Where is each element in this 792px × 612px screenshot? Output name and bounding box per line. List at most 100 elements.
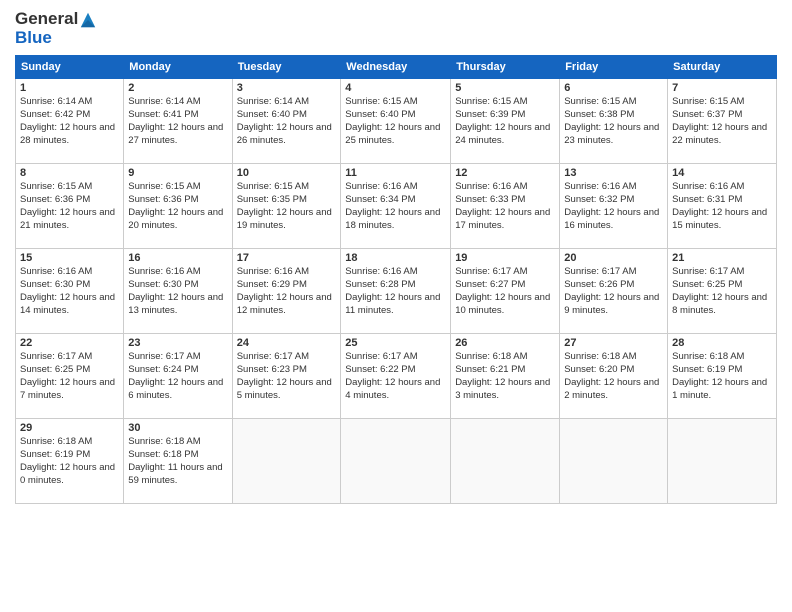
day-info: Sunrise: 6:16 AM Sunset: 6:28 PM Dayligh…	[345, 266, 446, 317]
daylight-label: Daylight: 12 hours and 0 minutes.	[20, 462, 115, 486]
calendar-day-cell: 15 Sunrise: 6:16 AM Sunset: 6:30 PM Dayl…	[16, 249, 124, 334]
day-info: Sunrise: 6:15 AM Sunset: 6:36 PM Dayligh…	[20, 181, 119, 232]
day-info: Sunrise: 6:16 AM Sunset: 6:33 PM Dayligh…	[455, 181, 555, 232]
sunrise-label: Sunrise: 6:15 AM	[20, 181, 92, 192]
day-number: 23	[128, 337, 227, 349]
col-thursday: Thursday	[451, 56, 560, 79]
logo: General Blue	[15, 10, 97, 47]
day-number: 5	[455, 82, 555, 94]
day-number: 8	[20, 167, 119, 179]
calendar-day-cell: 21 Sunrise: 6:17 AM Sunset: 6:25 PM Dayl…	[668, 249, 777, 334]
calendar-day-cell: 10 Sunrise: 6:15 AM Sunset: 6:35 PM Dayl…	[232, 164, 341, 249]
daylight-label: Daylight: 12 hours and 18 minutes.	[345, 207, 440, 231]
day-info: Sunrise: 6:15 AM Sunset: 6:39 PM Dayligh…	[455, 96, 555, 147]
day-info: Sunrise: 6:17 AM Sunset: 6:24 PM Dayligh…	[128, 351, 227, 402]
day-info: Sunrise: 6:17 AM Sunset: 6:26 PM Dayligh…	[564, 266, 663, 317]
sunrise-label: Sunrise: 6:18 AM	[20, 436, 92, 447]
daylight-label: Daylight: 12 hours and 23 minutes.	[564, 122, 659, 146]
day-number: 17	[237, 252, 337, 264]
daylight-label: Daylight: 12 hours and 22 minutes.	[672, 122, 767, 146]
calendar-header-row: Sunday Monday Tuesday Wednesday Thursday…	[16, 56, 777, 79]
day-number: 25	[345, 337, 446, 349]
sunset-label: Sunset: 6:19 PM	[20, 449, 90, 460]
calendar-day-cell	[232, 419, 341, 504]
day-number: 28	[672, 337, 772, 349]
daylight-label: Daylight: 12 hours and 6 minutes.	[128, 377, 223, 401]
calendar-day-cell: 26 Sunrise: 6:18 AM Sunset: 6:21 PM Dayl…	[451, 334, 560, 419]
logo-blue: Blue	[15, 29, 97, 48]
day-number: 21	[672, 252, 772, 264]
calendar-table: Sunday Monday Tuesday Wednesday Thursday…	[15, 55, 777, 504]
sunset-label: Sunset: 6:20 PM	[564, 364, 634, 375]
calendar-day-cell: 14 Sunrise: 6:16 AM Sunset: 6:31 PM Dayl…	[668, 164, 777, 249]
day-info: Sunrise: 6:16 AM Sunset: 6:30 PM Dayligh…	[20, 266, 119, 317]
sunrise-label: Sunrise: 6:18 AM	[455, 351, 527, 362]
calendar-day-cell: 8 Sunrise: 6:15 AM Sunset: 6:36 PM Dayli…	[16, 164, 124, 249]
calendar-day-cell: 6 Sunrise: 6:15 AM Sunset: 6:38 PM Dayli…	[560, 79, 668, 164]
col-sunday: Sunday	[16, 56, 124, 79]
sunset-label: Sunset: 6:25 PM	[672, 279, 742, 290]
calendar-day-cell: 16 Sunrise: 6:16 AM Sunset: 6:30 PM Dayl…	[124, 249, 232, 334]
day-info: Sunrise: 6:17 AM Sunset: 6:23 PM Dayligh…	[237, 351, 337, 402]
sunrise-label: Sunrise: 6:15 AM	[345, 96, 417, 107]
sunrise-label: Sunrise: 6:15 AM	[237, 181, 309, 192]
sunrise-label: Sunrise: 6:17 AM	[564, 266, 636, 277]
sunrise-label: Sunrise: 6:15 AM	[455, 96, 527, 107]
daylight-label: Daylight: 12 hours and 25 minutes.	[345, 122, 440, 146]
daylight-label: Daylight: 12 hours and 10 minutes.	[455, 292, 550, 316]
daylight-label: Daylight: 12 hours and 21 minutes.	[20, 207, 115, 231]
day-number: 24	[237, 337, 337, 349]
calendar-day-cell: 27 Sunrise: 6:18 AM Sunset: 6:20 PM Dayl…	[560, 334, 668, 419]
day-number: 16	[128, 252, 227, 264]
sunset-label: Sunset: 6:30 PM	[128, 279, 198, 290]
calendar-day-cell: 25 Sunrise: 6:17 AM Sunset: 6:22 PM Dayl…	[341, 334, 451, 419]
daylight-label: Daylight: 12 hours and 8 minutes.	[672, 292, 767, 316]
daylight-label: Daylight: 12 hours and 19 minutes.	[237, 207, 332, 231]
day-number: 22	[20, 337, 119, 349]
daylight-label: Daylight: 12 hours and 9 minutes.	[564, 292, 659, 316]
sunrise-label: Sunrise: 6:15 AM	[672, 96, 744, 107]
calendar-day-cell: 30 Sunrise: 6:18 AM Sunset: 6:18 PM Dayl…	[124, 419, 232, 504]
calendar-day-cell: 17 Sunrise: 6:16 AM Sunset: 6:29 PM Dayl…	[232, 249, 341, 334]
day-number: 18	[345, 252, 446, 264]
day-info: Sunrise: 6:15 AM Sunset: 6:38 PM Dayligh…	[564, 96, 663, 147]
day-info: Sunrise: 6:16 AM Sunset: 6:29 PM Dayligh…	[237, 266, 337, 317]
sunset-label: Sunset: 6:26 PM	[564, 279, 634, 290]
sunset-label: Sunset: 6:39 PM	[455, 109, 525, 120]
day-number: 7	[672, 82, 772, 94]
day-info: Sunrise: 6:15 AM Sunset: 6:35 PM Dayligh…	[237, 181, 337, 232]
day-info: Sunrise: 6:17 AM Sunset: 6:25 PM Dayligh…	[672, 266, 772, 317]
daylight-label: Daylight: 12 hours and 24 minutes.	[455, 122, 550, 146]
daylight-label: Daylight: 12 hours and 27 minutes.	[128, 122, 223, 146]
daylight-label: Daylight: 12 hours and 15 minutes.	[672, 207, 767, 231]
sunrise-label: Sunrise: 6:16 AM	[345, 266, 417, 277]
daylight-label: Daylight: 12 hours and 16 minutes.	[564, 207, 659, 231]
sunrise-label: Sunrise: 6:16 AM	[672, 181, 744, 192]
daylight-label: Daylight: 12 hours and 20 minutes.	[128, 207, 223, 231]
day-number: 12	[455, 167, 555, 179]
daylight-label: Daylight: 12 hours and 1 minute.	[672, 377, 767, 401]
sunrise-label: Sunrise: 6:16 AM	[237, 266, 309, 277]
sunset-label: Sunset: 6:38 PM	[564, 109, 634, 120]
daylight-label: Daylight: 12 hours and 3 minutes.	[455, 377, 550, 401]
sunrise-label: Sunrise: 6:17 AM	[345, 351, 417, 362]
day-info: Sunrise: 6:17 AM Sunset: 6:27 PM Dayligh…	[455, 266, 555, 317]
sunrise-label: Sunrise: 6:17 AM	[20, 351, 92, 362]
day-number: 30	[128, 422, 227, 434]
day-number: 14	[672, 167, 772, 179]
day-info: Sunrise: 6:16 AM Sunset: 6:34 PM Dayligh…	[345, 181, 446, 232]
calendar-day-cell: 11 Sunrise: 6:16 AM Sunset: 6:34 PM Dayl…	[341, 164, 451, 249]
daylight-label: Daylight: 12 hours and 26 minutes.	[237, 122, 332, 146]
calendar-week-row: 29 Sunrise: 6:18 AM Sunset: 6:19 PM Dayl…	[16, 419, 777, 504]
day-info: Sunrise: 6:16 AM Sunset: 6:32 PM Dayligh…	[564, 181, 663, 232]
sunrise-label: Sunrise: 6:14 AM	[20, 96, 92, 107]
day-info: Sunrise: 6:16 AM Sunset: 6:30 PM Dayligh…	[128, 266, 227, 317]
sunset-label: Sunset: 6:28 PM	[345, 279, 415, 290]
day-number: 2	[128, 82, 227, 94]
day-info: Sunrise: 6:18 AM Sunset: 6:21 PM Dayligh…	[455, 351, 555, 402]
sunrise-label: Sunrise: 6:17 AM	[455, 266, 527, 277]
sunrise-label: Sunrise: 6:14 AM	[128, 96, 200, 107]
calendar-day-cell: 5 Sunrise: 6:15 AM Sunset: 6:39 PM Dayli…	[451, 79, 560, 164]
day-number: 1	[20, 82, 119, 94]
calendar-day-cell: 9 Sunrise: 6:15 AM Sunset: 6:36 PM Dayli…	[124, 164, 232, 249]
